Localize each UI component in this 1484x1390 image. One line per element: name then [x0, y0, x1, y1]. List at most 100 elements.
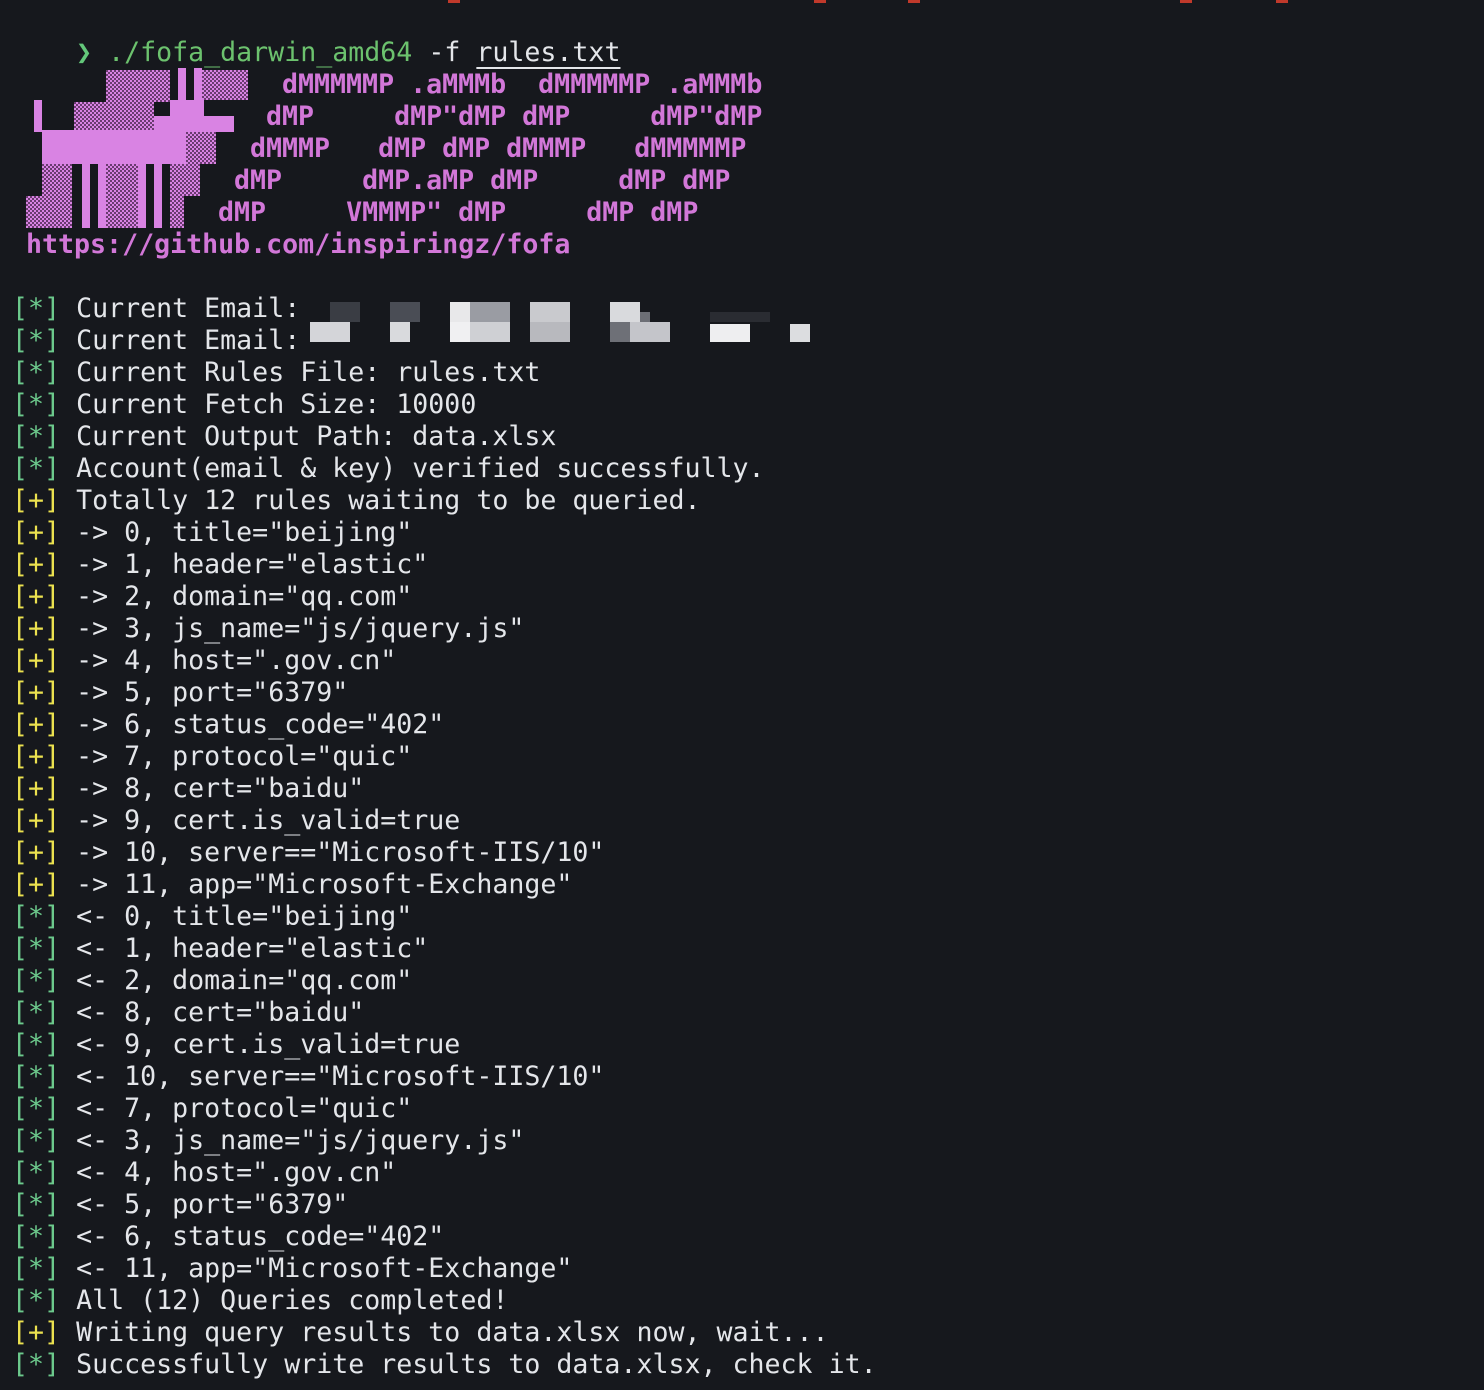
log-tag-star: [*] — [12, 1221, 61, 1252]
log-tag-star: [*] — [12, 1157, 61, 1188]
banner-line-3: dMMMP dMP dMP dMMMP dMMMMMP — [250, 133, 747, 164]
log-line: [+] -> 3, js_name="js/jquery.js" — [12, 613, 524, 645]
log-message: Writing query results to data.xlsx now, … — [76, 1317, 829, 1348]
log-message: -> 11, app="Microsoft-Exchange" — [76, 869, 573, 900]
log-tag-plus: [+] — [12, 741, 61, 772]
log-message: Current Output Path: data.xlsx — [76, 421, 557, 452]
log-message: <- 11, app="Microsoft-Exchange" — [76, 1253, 573, 1284]
redacted-email-1 — [310, 300, 830, 322]
log-line: [*] <- 6, status_code="402" — [12, 1221, 444, 1253]
log-message: <- 6, status_code="402" — [76, 1221, 445, 1252]
log-line: [+] -> 6, status_code="402" — [12, 709, 444, 741]
log-message: -> 5, port="6379" — [76, 677, 349, 708]
log-line: [*] <- 9, cert.is_valid=true — [12, 1029, 460, 1061]
command-prompt[interactable]: ❯ ./fofa_darwin_amd64 -f rules.txt — [12, 5, 636, 68]
log-tag-plus: [+] — [12, 581, 61, 612]
banner-line-1: dMMMMMP .aMMMb dMMMMMP .aMMMb — [282, 69, 763, 100]
top-marker — [814, 0, 826, 3]
log-line: [+] -> 8, cert="baidu" — [12, 773, 364, 805]
log-message: <- 0, title="beijing" — [76, 901, 413, 932]
prompt-arrow-icon: ❯ — [76, 37, 93, 68]
command-file-arg[interactable]: rules.txt — [476, 37, 620, 68]
log-line: [*] Successfully write results to data.x… — [12, 1349, 877, 1381]
log-line: [+] -> 5, port="6379" — [12, 677, 348, 709]
log-line: [*] <- 0, title="beijing" — [12, 901, 412, 933]
terminal-window[interactable]: ❯ ./fofa_darwin_amd64 -f rules.txt dMMMM… — [0, 0, 1484, 1390]
command-executable: ./fofa_darwin_amd64 — [108, 37, 413, 68]
log-message: <- 5, port="6379" — [76, 1189, 349, 1220]
log-tag-plus: [+] — [12, 613, 61, 644]
log-line: [+] -> 7, protocol="quic" — [12, 741, 412, 773]
log-line: [*] <- 5, port="6379" — [12, 1189, 348, 1221]
log-line: [+] -> 10, server=="Microsoft-IIS/10" — [12, 837, 604, 869]
log-tag-star: [*] — [12, 1093, 61, 1124]
top-marker — [448, 0, 460, 3]
log-line: [+] -> 0, title="beijing" — [12, 517, 412, 549]
log-tag-star: [*] — [12, 1125, 61, 1156]
log-message: Current Email: — [76, 293, 317, 324]
log-line: [*] <- 1, header="elastic" — [12, 933, 428, 965]
log-message: -> 0, title="beijing" — [76, 517, 413, 548]
log-message: -> 6, status_code="402" — [76, 709, 445, 740]
log-tag-plus: [+] — [12, 773, 61, 804]
log-tag-plus: [+] — [12, 1317, 61, 1348]
log-tag-star: [*] — [12, 453, 61, 484]
log-tag-star: [*] — [12, 1061, 61, 1092]
log-tag-star: [*] — [12, 1285, 61, 1316]
redacted-email-2 — [310, 322, 830, 342]
log-tag-star: [*] — [12, 389, 61, 420]
log-message: <- 2, domain="qq.com" — [76, 965, 413, 996]
log-message: -> 3, js_name="js/jquery.js" — [76, 613, 525, 644]
log-line: [+] -> 4, host=".gov.cn" — [12, 645, 396, 677]
log-line: [+] Writing query results to data.xlsx n… — [12, 1317, 829, 1349]
log-message: -> 2, domain="qq.com" — [76, 581, 413, 612]
log-tag-plus: [+] — [12, 549, 61, 580]
log-tag-star: [*] — [12, 997, 61, 1028]
log-tag-star: [*] — [12, 901, 61, 932]
log-message: -> 8, cert="baidu" — [76, 773, 365, 804]
log-line: [*] <- 2, domain="qq.com" — [12, 965, 412, 997]
banner-line-2: dMP dMP"dMP dMP dMP"dMP — [266, 101, 763, 132]
log-message: Successfully write results to data.xlsx,… — [76, 1349, 877, 1380]
log-tag-star: [*] — [12, 325, 61, 356]
log-line: [+] -> 11, app="Microsoft-Exchange" — [12, 869, 572, 901]
log-line: [*] <- 11, app="Microsoft-Exchange" — [12, 1253, 572, 1285]
log-tag-plus: [+] — [12, 869, 61, 900]
log-tag-star: [*] — [12, 965, 61, 996]
top-marker — [908, 0, 920, 3]
top-marker — [1276, 0, 1288, 3]
log-line: [*] <- 4, host=".gov.cn" — [12, 1157, 396, 1189]
log-line: [*] Account(email & key) verified succes… — [12, 453, 765, 485]
banner-repo-link[interactable]: https://github.com/inspiringz/fofa — [26, 229, 570, 261]
log-tag-star: [*] — [12, 1029, 61, 1060]
log-message: Current Fetch Size: 10000 — [76, 389, 477, 420]
log-line: [*] Current Output Path: data.xlsx — [12, 421, 556, 453]
log-line: [+] -> 2, domain="qq.com" — [12, 581, 412, 613]
log-message: <- 1, header="elastic" — [76, 933, 429, 964]
log-message: Current Email: — [76, 325, 317, 356]
log-message: Totally 12 rules waiting to be queried. — [76, 485, 701, 516]
log-line: [*] Current Email: — [12, 325, 316, 357]
log-tag-star: [*] — [12, 1253, 61, 1284]
log-tag-plus: [+] — [12, 485, 61, 516]
top-marker — [1180, 0, 1192, 3]
log-line: [*] Current Email: — [12, 293, 316, 325]
log-tag-star: [*] — [12, 1189, 61, 1220]
log-message: -> 7, protocol="quic" — [76, 741, 413, 772]
log-message: <- 8, cert="baidu" — [76, 997, 365, 1028]
log-line: [*] <- 10, server=="Microsoft-IIS/10" — [12, 1061, 604, 1093]
log-tag-star: [*] — [12, 357, 61, 388]
log-tag-plus: [+] — [12, 709, 61, 740]
log-tag-star: [*] — [12, 1349, 61, 1380]
banner-line-4: dMP dMP.aMP dMP dMP dMP — [234, 165, 731, 196]
log-tag-star: [*] — [12, 421, 61, 452]
log-line: [+] -> 1, header="elastic" — [12, 549, 428, 581]
log-message: <- 4, host=".gov.cn" — [76, 1157, 397, 1188]
log-line: [*] <- 8, cert="baidu" — [12, 997, 364, 1029]
log-line: [*] <- 7, protocol="quic" — [12, 1093, 412, 1125]
log-tag-star: [*] — [12, 933, 61, 964]
log-line: [+] Totally 12 rules waiting to be queri… — [12, 485, 700, 517]
log-message: <- 10, server=="Microsoft-IIS/10" — [76, 1061, 605, 1092]
banner-line-5: dMP VMMMP" dMP dMP dMP — [218, 197, 699, 228]
log-message: -> 1, header="elastic" — [76, 549, 429, 580]
